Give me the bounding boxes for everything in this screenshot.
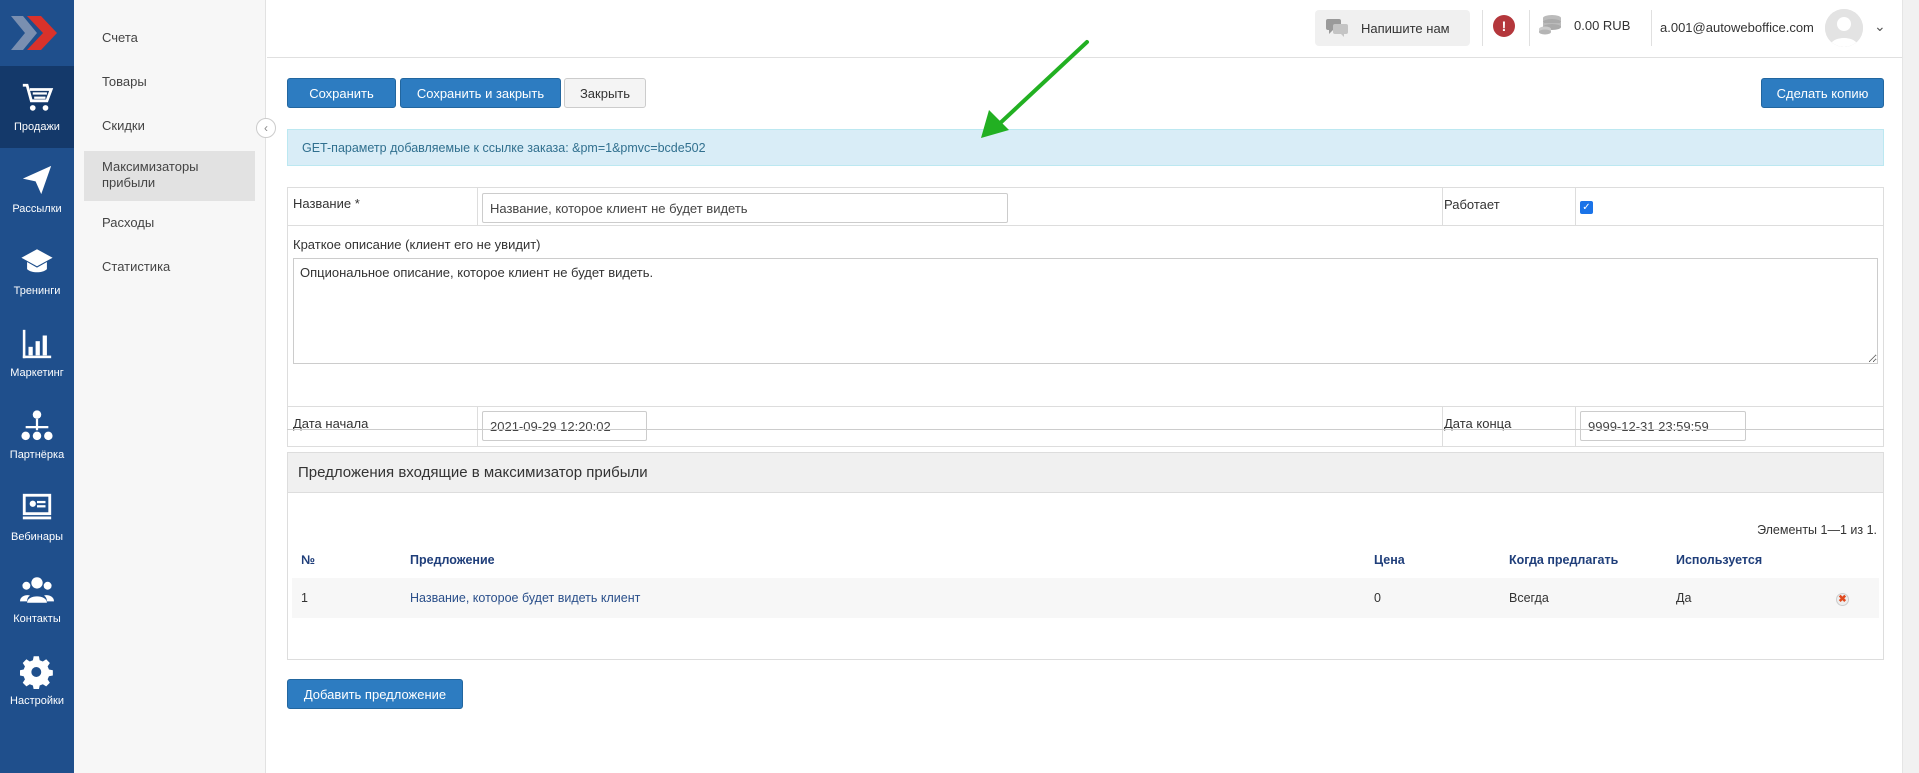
chevron-down-icon[interactable]: ⌄ <box>1874 18 1886 35</box>
presentation-icon <box>22 493 52 520</box>
get-param-text: GET-параметр добавляемые к ссылке заказа… <box>302 140 706 155</box>
balance-amount: 0.00 RUB <box>1574 17 1631 33</box>
avatar[interactable] <box>1825 9 1863 47</box>
start-date-input[interactable]: 2021-09-29 12:20:02 <box>482 411 647 441</box>
nav-webinars-label: Вебинары <box>11 531 63 543</box>
add-offer-button[interactable]: Добавить предложение <box>287 679 463 709</box>
balance-display[interactable]: 0.00 RUB <box>1538 14 1630 36</box>
column-header-when[interactable]: Когда предлагать <box>1509 553 1618 567</box>
cell-used: Да <box>1676 591 1692 605</box>
nav-marketing-label: Маркетинг <box>10 367 64 379</box>
nav-mailings[interactable]: Рассылки <box>0 148 74 230</box>
cart-icon <box>22 83 54 111</box>
logo-icon <box>11 16 57 50</box>
name-input[interactable]: Название, которое клиент не будет видеть <box>482 193 1008 223</box>
close-button[interactable]: Закрыть <box>564 78 646 108</box>
nav-trainings-label: Тренинги <box>13 285 61 297</box>
column-header-price[interactable]: Цена <box>1374 553 1405 567</box>
section-divider <box>287 429 1884 430</box>
subnav-item-expenses[interactable]: Расходы <box>84 209 255 240</box>
column-header-offer[interactable]: Предложение <box>410 553 495 567</box>
nav-sales[interactable]: Продажи <box>0 66 74 148</box>
nav-marketing[interactable]: Маркетинг <box>0 312 74 394</box>
alert-icon[interactable]: ! <box>1493 15 1515 37</box>
nav-settings-label: Настройки <box>10 695 64 707</box>
nav-mailings-label: Рассылки <box>12 203 62 215</box>
divider <box>1575 188 1576 226</box>
offers-panel: Предложения входящие в максимизатор приб… <box>287 452 1884 660</box>
subnav-item-statistics[interactable]: Статистика <box>84 253 255 284</box>
divider <box>1442 188 1443 226</box>
nav-partners[interactable]: Партнёрка <box>0 394 74 476</box>
table-row: 1 Название, которое будет видеть клиент … <box>292 578 1879 618</box>
form-row-dates: Дата начала 2021-09-29 12:20:02 Дата кон… <box>288 407 1883 446</box>
works-checkbox[interactable]: ✓ <box>1580 201 1593 214</box>
section-subnav: Счета Товары Скидки Максимизаторы прибыл… <box>74 0 266 773</box>
collapse-sidebar-button[interactable]: ‹ <box>256 118 276 138</box>
network-icon <box>21 410 53 441</box>
form-row-description: Краткое описание (клиент его не увидит) … <box>288 226 1883 407</box>
column-header-number[interactable]: № <box>301 553 315 567</box>
end-date-input[interactable]: 9999-12-31 23:59:59 <box>1580 411 1746 441</box>
divider <box>1482 10 1483 46</box>
page-scrollbar[interactable] <box>1902 0 1919 773</box>
subnav-item-products[interactable]: Товары <box>84 68 255 99</box>
maximizer-form: Название * Название, которое клиент не б… <box>287 187 1884 447</box>
subnav-item-profit-maximizers[interactable]: Максимизаторы прибыли <box>84 151 255 201</box>
chat-button[interactable]: Напишите нам <box>1315 10 1470 46</box>
chat-button-label: Напишите нам <box>1361 20 1450 36</box>
make-copy-button[interactable]: Сделать копию <box>1761 78 1884 108</box>
description-label: Краткое описание (клиент его не увидит) <box>293 237 541 252</box>
nav-contacts[interactable]: Контакты <box>0 558 74 640</box>
app-logo[interactable] <box>0 0 74 66</box>
divider <box>477 407 478 446</box>
nav-trainings[interactable]: Тренинги <box>0 230 74 312</box>
save-and-close-button[interactable]: Сохранить и закрыть <box>400 78 561 108</box>
bar-chart-icon <box>22 329 52 359</box>
annotation-arrow <box>981 40 1089 138</box>
column-header-used[interactable]: Используется <box>1676 553 1762 567</box>
cell-number: 1 <box>301 591 308 605</box>
save-button[interactable]: Сохранить <box>287 78 396 108</box>
graduation-cap-icon <box>21 249 53 273</box>
subnav-item-discounts[interactable]: Скидки <box>84 112 255 143</box>
user-email[interactable]: a.001@autoweboffice.com <box>1660 20 1814 35</box>
pager-summary: Элементы 1—1 из 1. <box>1757 523 1877 537</box>
paper-plane-icon <box>22 165 52 195</box>
nav-settings[interactable]: Настройки <box>0 640 74 722</box>
form-row-name: Название * Название, которое клиент не б… <box>288 188 1883 226</box>
divider <box>1529 10 1530 46</box>
chevron-left-icon: ‹ <box>264 121 268 135</box>
cell-offer-link[interactable]: Название, которое будет видеть клиент <box>410 591 640 605</box>
cell-price: 0 <box>1374 591 1381 605</box>
divider <box>1442 407 1443 446</box>
offers-panel-title: Предложения входящие в максимизатор приб… <box>288 453 1883 493</box>
cell-when: Всегда <box>1509 591 1549 605</box>
gear-icon <box>20 656 53 689</box>
works-label: Работает <box>1444 197 1500 212</box>
coins-icon <box>1539 15 1561 35</box>
nav-sales-label: Продажи <box>14 121 60 133</box>
nav-partners-label: Партнёрка <box>9 449 65 461</box>
description-textarea[interactable]: Опциональное описание, которое клиент не… <box>293 258 1878 364</box>
divider <box>1575 407 1576 446</box>
divider <box>1651 10 1652 46</box>
nav-webinars[interactable]: Вебинары <box>0 476 74 558</box>
users-icon <box>20 577 54 603</box>
chat-icon <box>1326 19 1348 37</box>
user-avatar-icon <box>1825 9 1863 47</box>
delete-icon[interactable]: ✖ <box>1836 593 1849 606</box>
divider <box>477 188 478 226</box>
subnav-item-invoices[interactable]: Счета <box>84 24 255 55</box>
name-label: Название * <box>293 196 360 211</box>
main-nav-rail: Продажи Рассылки Тренинги Маркетинг Парт… <box>0 0 74 773</box>
nav-contacts-label: Контакты <box>13 613 61 625</box>
